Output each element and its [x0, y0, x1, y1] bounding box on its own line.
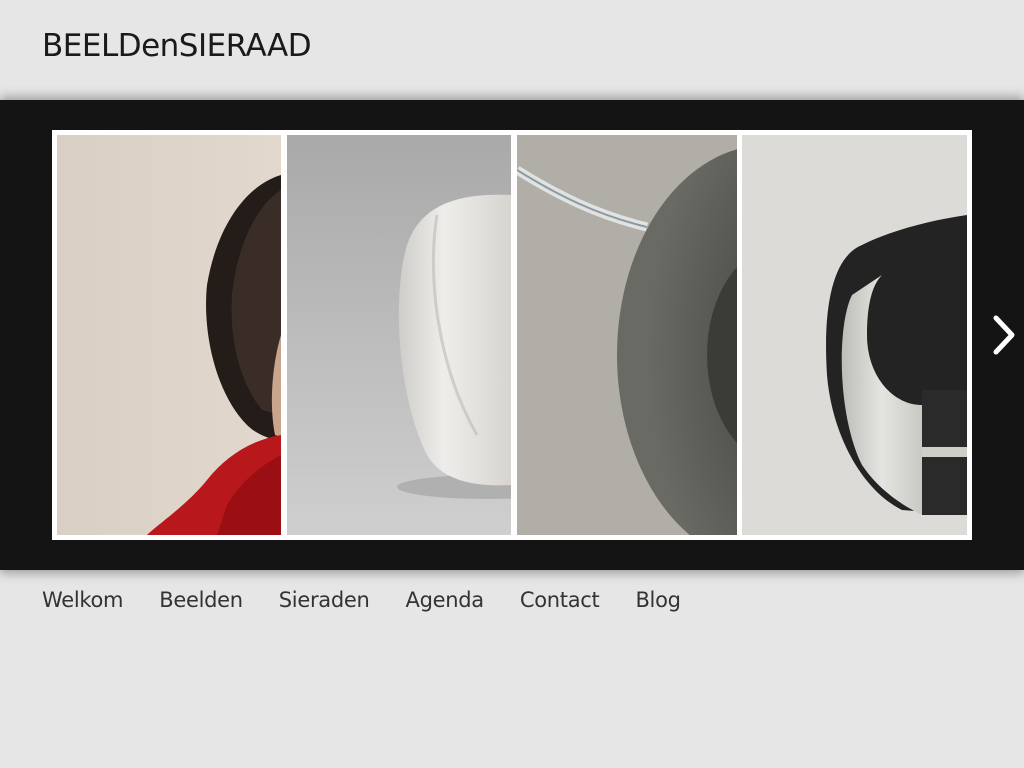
- nav-item-beelden[interactable]: Beelden: [159, 588, 243, 612]
- next-slide-button[interactable]: [990, 312, 1018, 358]
- nav-item-agenda[interactable]: Agenda: [406, 588, 485, 612]
- necklace-image: [517, 135, 737, 535]
- slide-sculpture[interactable]: [282, 130, 516, 540]
- slide-necklace[interactable]: [512, 130, 742, 540]
- nav-item-welkom[interactable]: Welkom: [42, 588, 124, 612]
- nav-item-blog[interactable]: Blog: [635, 588, 681, 612]
- bracelet-image: [742, 135, 967, 535]
- slide-portrait[interactable]: [52, 130, 286, 540]
- portrait-image: [57, 135, 281, 535]
- chevron-right-icon: [993, 315, 1015, 355]
- image-slider: [0, 100, 1024, 570]
- site-header: BEELDenSIERAAD: [0, 0, 1024, 100]
- main-nav: Welkom Beelden Sieraden Agenda Contact B…: [42, 588, 717, 612]
- nav-item-contact[interactable]: Contact: [520, 588, 600, 612]
- slide-bracelet[interactable]: [737, 130, 972, 540]
- site-title[interactable]: BEELDenSIERAAD: [42, 28, 312, 64]
- nav-item-sieraden[interactable]: Sieraden: [279, 588, 370, 612]
- sculpture-image: [287, 135, 511, 535]
